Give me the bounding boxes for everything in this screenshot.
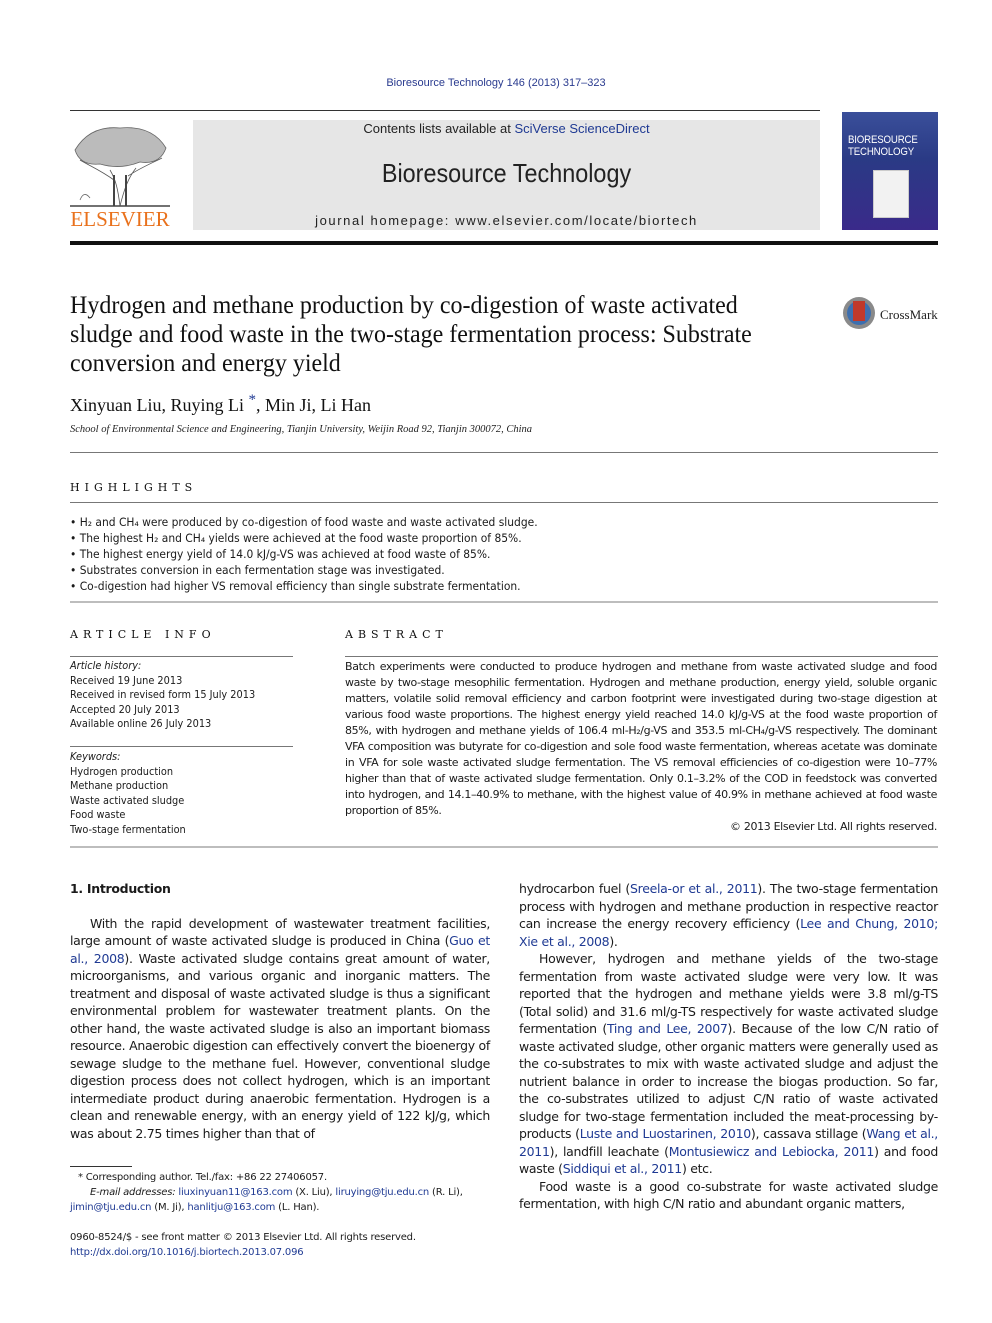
body-left-column: 1. Introduction With the rapid developme… — [70, 880, 490, 1142]
issn-line: 0960-8524/$ - see front matter © 2013 El… — [70, 1232, 416, 1243]
crossmark-button[interactable]: CrossMark — [843, 297, 943, 333]
contents-line: Contents lists available at SciVerse Sci… — [193, 121, 820, 136]
keywords-rule — [70, 746, 293, 747]
history-item: Accepted 20 July 2013 — [70, 703, 180, 716]
crossmark-icon — [843, 297, 875, 329]
article-title: Hydrogen and methane production by co-di… — [70, 292, 752, 377]
section-divider — [70, 452, 938, 453]
article-info-heading: ARTICLE INFO — [70, 628, 216, 641]
highlights-end-rule — [70, 601, 938, 603]
email-link[interactable]: liruying@tju.edu.cn — [335, 1187, 429, 1198]
highlights-rule — [70, 502, 938, 503]
cover-figure — [873, 170, 909, 218]
running-head[interactable]: Bioresource Technology 146 (2013) 317–32… — [0, 77, 992, 89]
corresponding-author-note: * Corresponding author. Tel./fax: +86 22… — [78, 1172, 327, 1183]
email-link[interactable]: liuxinyuan11@163.com — [178, 1187, 292, 1198]
doi-link[interactable]: http://dx.doi.org/10.1016/j.biortech.201… — [70, 1245, 490, 1260]
journal-cover[interactable]: BIORESOURCE TECHNOLOGY — [842, 112, 938, 230]
front-matter-end-rule — [70, 846, 938, 848]
elsevier-logo[interactable]: ELSEVIER — [70, 120, 170, 232]
highlight-item: • Substrates conversion in each fermenta… — [70, 563, 445, 577]
history-item: Received in revised form 15 July 2013 — [70, 689, 256, 701]
paragraph: However, hydrogen and methane yields of … — [519, 951, 938, 1176]
author-list: Xinyuan Liu, Ruying Li *, Min Ji, Li Han — [70, 392, 372, 415]
cover-title-line2: TECHNOLOGY — [848, 146, 915, 158]
keyword: Food waste — [70, 809, 126, 821]
keywords-label: Keywords: — [70, 751, 121, 763]
highlight-item: • The highest energy yield of 14.0 kJ/g-… — [70, 547, 491, 561]
email-addresses: E-mail addresses: liuxinyuan11@163.com (… — [70, 1187, 463, 1213]
history-item: Available online 26 July 2013 — [70, 718, 212, 730]
abstract-text: Batch experiments were conducted to prod… — [345, 660, 937, 817]
keyword: Hydrogen production — [70, 765, 174, 778]
section-heading: 1. Introduction — [70, 881, 171, 896]
keyword: Waste activated sludge — [70, 794, 185, 807]
cover-title-line1: BIORESOURCE — [848, 134, 918, 146]
history-item: Received 19 June 2013 — [70, 674, 183, 687]
elsevier-wordmark: ELSEVIER — [70, 207, 170, 231]
running-head-link[interactable]: Bioresource Technology 146 (2013) 317–32… — [386, 77, 605, 89]
corresponding-author-mark[interactable]: * — [249, 392, 257, 408]
header-rule — [70, 110, 820, 111]
citation-link[interactable]: Montusiewicz and Lebiocka, 2011 — [669, 1144, 875, 1159]
paragraph: Food waste is a good co-substrate for wa… — [519, 1178, 938, 1212]
journal-homepage: journal homepage: www.elsevier.com/locat… — [193, 213, 820, 228]
history-label: Article history: — [70, 660, 142, 672]
author[interactable]: Min Ji — [265, 395, 312, 415]
journal-banner: Contents lists available at SciVerse Sci… — [193, 120, 820, 230]
highlight-item: • H₂ and CH₄ were produced by co-digesti… — [70, 515, 538, 529]
author[interactable]: Li Han — [321, 395, 371, 415]
keyword: Methane production — [70, 780, 169, 792]
elsevier-tree-icon — [70, 127, 170, 207]
keyword: Two-stage fermentation — [70, 823, 186, 836]
journal-title: Bioresource Technology — [381, 158, 632, 188]
footnote-rule — [70, 1166, 132, 1167]
paragraph: With the rapid development of wastewater… — [70, 915, 490, 1141]
header-thick-rule — [70, 241, 938, 245]
crossmark-label: CrossMark — [880, 307, 938, 322]
footnotes: * Corresponding author. Tel./fax: +86 22… — [70, 1170, 490, 1260]
author[interactable]: Xinyuan Liu — [70, 395, 162, 415]
article-info-rule — [70, 656, 293, 657]
citation-link[interactable]: Sreela-or et al., 2011 — [630, 881, 758, 896]
homepage-prefix: journal homepage: — [315, 213, 456, 228]
homepage-link[interactable]: www.elsevier.com/locate/biortech — [455, 213, 698, 228]
body-right-column: hydrocarbon fuel (Sreela-or et al., 2011… — [519, 880, 938, 1213]
abstract-body: Batch experiments were conducted to prod… — [345, 659, 937, 835]
email-link[interactable]: hanlitju@163.com — [187, 1202, 275, 1213]
email-link[interactable]: jimin@tju.edu.cn — [70, 1202, 151, 1213]
citation-link[interactable]: Siddiqui et al., 2011 — [563, 1161, 682, 1176]
highlight-item: • Co-digestion had higher VS removal eff… — [70, 579, 521, 593]
abstract-heading: ABSTRACT — [345, 628, 448, 641]
paragraph: hydrocarbon fuel (Sreela-or et al., 2011… — [519, 881, 938, 949]
article-history: Article history: Received 19 June 2013 R… — [70, 659, 295, 732]
keywords: Keywords: Hydrogen production Methane pr… — [70, 750, 295, 837]
author[interactable]: Ruying Li * — [171, 392, 257, 415]
citation-link[interactable]: Luste and Luostarinen, 2010 — [580, 1126, 751, 1141]
citation-link[interactable]: Ting and Lee, 2007 — [607, 1021, 728, 1036]
abstract-copyright: © 2013 Elsevier Ltd. All rights reserved… — [730, 820, 937, 833]
cover-title: BIORESOURCE TECHNOLOGY — [848, 134, 924, 158]
affiliation: School of Environmental Science and Engi… — [70, 424, 533, 435]
highlight-item: • The highest H₂ and CH₄ yields were ach… — [70, 531, 522, 545]
abstract-rule — [345, 656, 938, 657]
sciencedirect-link[interactable]: SciVerse ScienceDirect — [514, 121, 649, 136]
highlights-heading: HIGHLIGHTS — [70, 481, 198, 494]
contents-prefix: Contents lists available at — [363, 121, 515, 136]
highlights-list: • H₂ and CH₄ were produced by co-digesti… — [70, 514, 940, 594]
